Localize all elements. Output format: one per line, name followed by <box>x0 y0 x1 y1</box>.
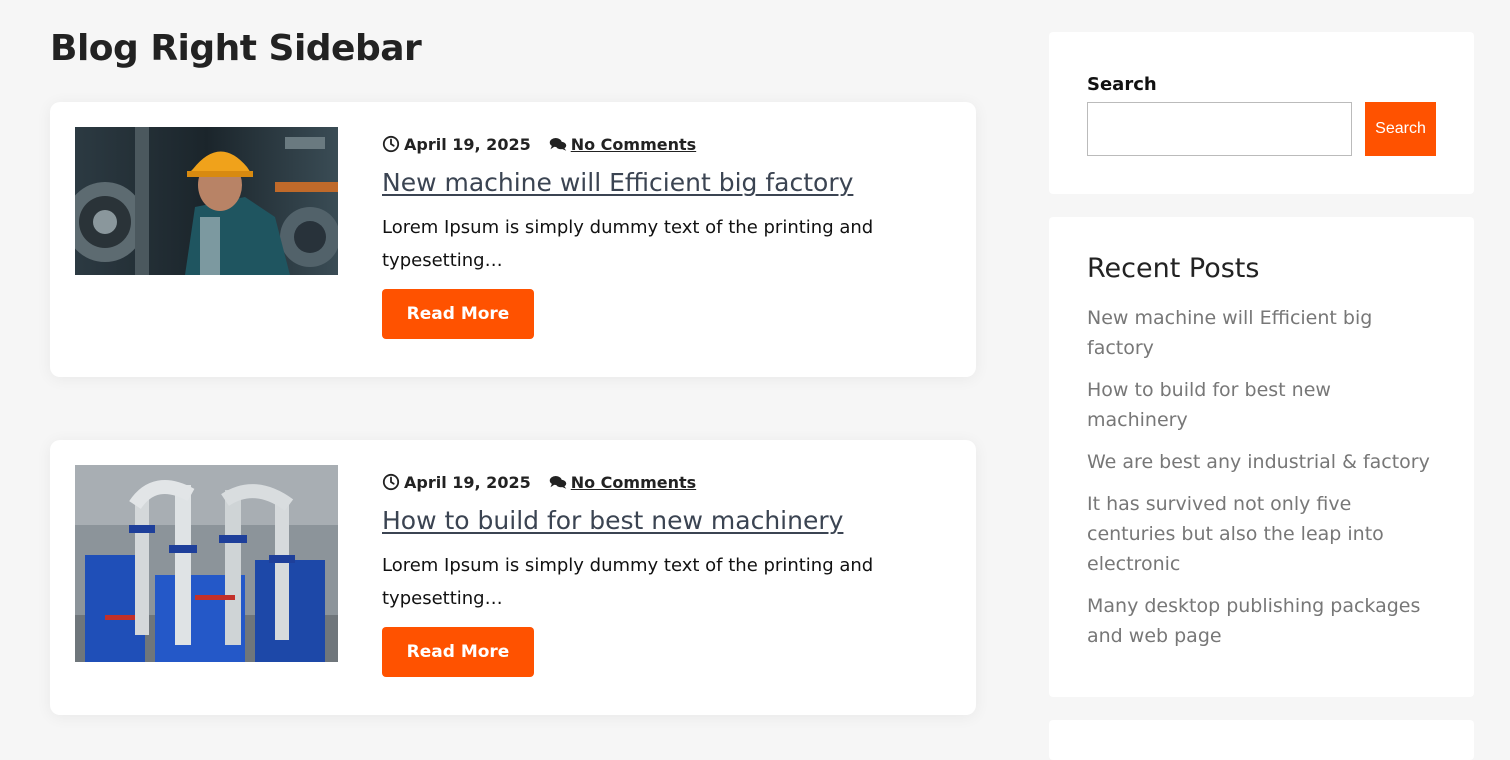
post-body: April 19, 2025 No Comments How to build … <box>382 470 942 677</box>
read-more-button[interactable]: Read More <box>382 289 534 339</box>
recent-post-link[interactable]: How to build for best new machinery <box>1087 375 1437 435</box>
post-card: April 19, 2025 No Comments New machine w… <box>50 102 976 377</box>
search-input[interactable] <box>1087 102 1352 156</box>
search-widget: Search Search <box>1049 32 1474 194</box>
post-meta: April 19, 2025 No Comments <box>382 132 942 156</box>
recent-post-link[interactable]: New machine will Efficient big factory <box>1087 303 1437 363</box>
recent-post-link[interactable]: It has survived not only five centuries … <box>1087 489 1437 579</box>
comments-icon <box>549 138 566 151</box>
post-title-link[interactable]: How to build for best new machinery <box>382 506 942 535</box>
post-date: April 19, 2025 <box>382 473 531 492</box>
search-button[interactable]: Search <box>1365 102 1436 156</box>
worker-photo-image <box>75 127 338 275</box>
recent-post-link[interactable]: We are best any industrial & factory <box>1087 447 1437 477</box>
post-excerpt: Lorem Ipsum is simply dummy text of the … <box>382 217 874 271</box>
post-card: April 19, 2025 No Comments How to build … <box>50 440 976 715</box>
post-thumbnail-worker[interactable] <box>75 127 338 275</box>
machinery-photo-image <box>75 465 338 662</box>
post-date-text: April 19, 2025 <box>404 472 531 492</box>
post-date-text: April 19, 2025 <box>404 134 531 154</box>
recent-posts-heading: Recent Posts <box>1087 253 1260 284</box>
recent-posts-list: New machine will Efficient big factory H… <box>1087 303 1437 663</box>
post-excerpt: Lorem Ipsum is simply dummy text of the … <box>382 555 874 609</box>
comments-icon <box>549 476 566 489</box>
post-comments: No Comments <box>549 135 696 154</box>
read-more-button[interactable]: Read More <box>382 627 534 677</box>
post-title-link[interactable]: New machine will Efficient big factory <box>382 168 942 197</box>
recent-post-link[interactable]: Many desktop publishing packages and web… <box>1087 591 1437 651</box>
recent-posts-widget: Recent Posts New machine will Efficient … <box>1049 217 1474 697</box>
search-label: Search <box>1087 74 1157 95</box>
clock-icon <box>382 135 400 153</box>
comments-link[interactable]: No Comments <box>571 473 696 492</box>
page-title: Blog Right Sidebar <box>50 28 422 69</box>
post-meta: April 19, 2025 No Comments <box>382 470 942 494</box>
post-thumbnail-machinery[interactable] <box>75 465 338 662</box>
post-date: April 19, 2025 <box>382 135 531 154</box>
clock-icon <box>382 473 400 491</box>
comments-link[interactable]: No Comments <box>571 135 696 154</box>
post-body: April 19, 2025 No Comments New machine w… <box>382 132 942 339</box>
next-widget <box>1049 720 1474 760</box>
post-comments: No Comments <box>549 473 696 492</box>
